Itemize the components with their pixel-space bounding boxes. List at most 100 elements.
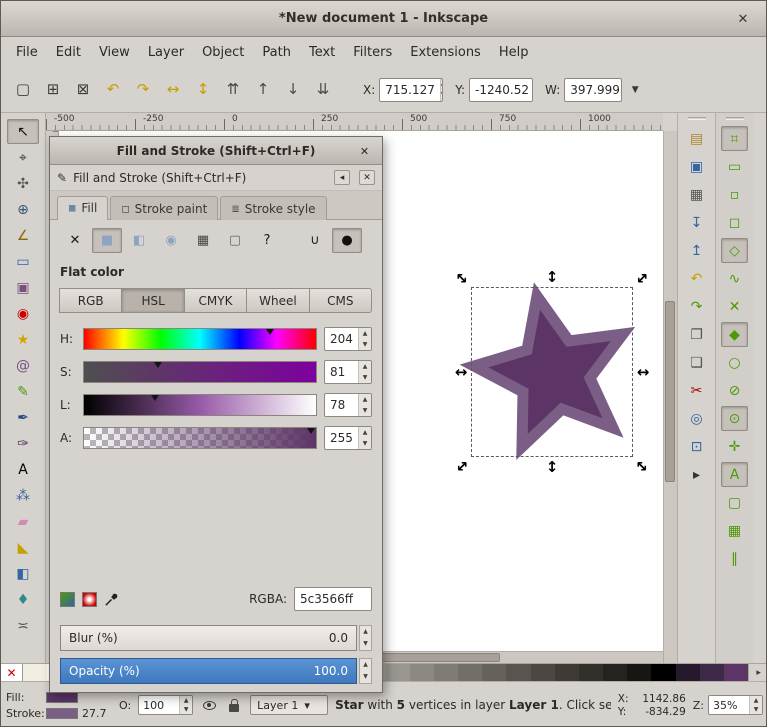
palette-swatch[interactable] bbox=[386, 664, 410, 681]
paste-button[interactable]: ❏ bbox=[683, 350, 710, 375]
menu-help[interactable]: Help bbox=[490, 40, 538, 65]
opacity-spinner[interactable]: ▲▼ bbox=[359, 658, 372, 684]
snap-nodes-button[interactable]: ◇ bbox=[721, 238, 748, 263]
opacity-spinner[interactable]: ▲ ▼ bbox=[179, 696, 192, 714]
spin-down-icon[interactable]: ▼ bbox=[359, 339, 371, 350]
gradient-swatch-button[interactable] bbox=[60, 592, 75, 607]
tool-paint-bucket[interactable]: ◣ bbox=[7, 535, 39, 560]
flip-vertical-button[interactable]: ↕ bbox=[189, 76, 217, 104]
tool-eraser[interactable]: ▰ bbox=[7, 509, 39, 534]
panel-collapse-button[interactable]: ◂ bbox=[334, 170, 350, 185]
palette-scroll-button[interactable]: ▸ bbox=[748, 664, 767, 681]
snap-smooth-nodes-button[interactable]: ○ bbox=[721, 350, 748, 375]
spin-down-icon[interactable]: ▼ bbox=[359, 438, 371, 449]
hue-input[interactable]: 204 ▲▼ bbox=[324, 327, 372, 351]
palette-swatch[interactable] bbox=[458, 664, 482, 681]
menu-text[interactable]: Text bbox=[300, 40, 344, 65]
layer-selector[interactable]: Layer 1 ▾ bbox=[250, 695, 328, 715]
lightness-slider[interactable] bbox=[83, 394, 317, 416]
snap-grid-button[interactable]: ▦ bbox=[721, 518, 748, 543]
snap-toggle-button[interactable]: ⌗ bbox=[721, 126, 748, 151]
close-window-button[interactable]: ✕ bbox=[734, 10, 752, 28]
titlebar[interactable]: *New document 1 - Inkscape ✕ bbox=[1, 1, 766, 37]
scale-handle-n[interactable]: ↕ bbox=[545, 270, 559, 284]
import-button[interactable]: ↧ bbox=[683, 210, 710, 235]
zoom-page-button[interactable]: ⊡ bbox=[683, 434, 710, 459]
tab-fill[interactable]: ◼ Fill bbox=[57, 196, 108, 220]
spin-down-icon[interactable]: ▼ bbox=[359, 372, 371, 383]
palette-swatch[interactable] bbox=[603, 664, 627, 681]
spin-up-icon[interactable]: ▲ bbox=[359, 328, 371, 339]
tool-spiral[interactable]: @ bbox=[7, 353, 39, 378]
rgba-input[interactable]: 5c3566ff bbox=[294, 587, 372, 611]
snap-path-intersections-button[interactable]: ✕ bbox=[721, 294, 748, 319]
opacity-slider[interactable]: Opacity (%) 100.0 bbox=[60, 658, 357, 684]
menu-extensions[interactable]: Extensions bbox=[401, 40, 490, 65]
paint-linear-gradient-button[interactable]: ◧ bbox=[124, 228, 154, 253]
print-button[interactable]: ▦ bbox=[683, 182, 710, 207]
scale-handle-e[interactable]: ↔ bbox=[636, 365, 650, 379]
commands-overflow-button[interactable]: ▸ bbox=[683, 462, 710, 487]
spin-up-icon[interactable]: ▲ bbox=[359, 427, 371, 438]
spin-up-icon[interactable]: ▲ bbox=[441, 79, 443, 90]
x-input[interactable]: 715.127 ▲ ▼ bbox=[379, 78, 443, 102]
palette-swatch[interactable] bbox=[579, 664, 603, 681]
select-all-layers-button[interactable]: ⊞ bbox=[39, 76, 67, 104]
copy-button[interactable]: ❐ bbox=[683, 322, 710, 347]
zoom-input[interactable]: 35% ▲ ▼ bbox=[708, 695, 763, 715]
horizontal-ruler[interactable]: -500-25002505007501000 bbox=[46, 113, 663, 131]
tab-stroke-style[interactable]: ≣ Stroke style bbox=[220, 196, 326, 220]
save-button[interactable]: ▣ bbox=[683, 154, 710, 179]
menu-object[interactable]: Object bbox=[193, 40, 253, 65]
snap-page-border-button[interactable]: ▢ bbox=[721, 490, 748, 515]
deselect-button[interactable]: ⊠ bbox=[69, 76, 97, 104]
tool-dropper[interactable]: ♦ bbox=[7, 587, 39, 612]
fill-rule-nonzero-button[interactable]: ● bbox=[332, 228, 362, 253]
spin-down-icon[interactable]: ▼ bbox=[750, 705, 762, 714]
alpha-slider[interactable] bbox=[83, 427, 317, 449]
palette-swatch[interactable] bbox=[434, 664, 458, 681]
menu-view[interactable]: View bbox=[90, 40, 139, 65]
vertical-scrollbar-thumb[interactable] bbox=[665, 301, 675, 482]
snap-object-centers-button[interactable]: ⊙ bbox=[721, 406, 748, 431]
menu-file[interactable]: File bbox=[7, 40, 47, 65]
w-input[interactable]: 397.999 ▲ ▼ bbox=[564, 78, 622, 102]
radial-swatch-button[interactable] bbox=[82, 592, 97, 607]
rotate-cw-button[interactable]: ↷ bbox=[129, 76, 157, 104]
dialog-titlebar[interactable]: Fill and Stroke (Shift+Ctrl+F) ✕ bbox=[50, 137, 382, 165]
menu-filters[interactable]: Filters bbox=[344, 40, 401, 65]
saturation-input[interactable]: 81 ▲▼ bbox=[324, 360, 372, 384]
raise-to-top-button[interactable]: ⇈ bbox=[219, 76, 247, 104]
lower-button[interactable]: ↓ bbox=[279, 76, 307, 104]
zoom-drawing-button[interactable]: ◎ bbox=[683, 406, 710, 431]
tool-gradient[interactable]: ◧ bbox=[7, 561, 39, 586]
lower-to-bottom-button[interactable]: ⇊ bbox=[309, 76, 337, 104]
blur-slider[interactable]: Blur (%) 0.0 bbox=[60, 625, 357, 651]
saturation-slider[interactable] bbox=[83, 361, 317, 383]
y-input[interactable]: -1240.52 ▲ ▼ bbox=[469, 78, 533, 102]
fill-rule-evenodd-button[interactable]: ∪ bbox=[300, 228, 330, 253]
mode-cms-button[interactable]: CMS bbox=[309, 288, 372, 313]
palette-swatch[interactable] bbox=[410, 664, 434, 681]
spin-up-icon[interactable]: ▲ bbox=[359, 361, 371, 372]
tool-measure[interactable]: ∠ bbox=[7, 223, 39, 248]
palette-swatch[interactable] bbox=[531, 664, 555, 681]
tool-zoom[interactable]: ⊕ bbox=[7, 197, 39, 222]
spin-down-icon[interactable]: ▼ bbox=[360, 638, 371, 650]
tool-star[interactable]: ★ bbox=[7, 327, 39, 352]
alpha-spinner[interactable]: ▲▼ bbox=[358, 427, 371, 449]
snap-text-baseline-button[interactable]: A bbox=[721, 462, 748, 487]
flip-horizontal-button[interactable]: ↔ bbox=[159, 76, 187, 104]
snap-rotation-centers-button[interactable]: ✛ bbox=[721, 434, 748, 459]
palette-swatch[interactable] bbox=[482, 664, 506, 681]
toolbar-overflow-button[interactable]: ▼ bbox=[626, 78, 644, 102]
paint-radial-gradient-button[interactable]: ◉ bbox=[156, 228, 186, 253]
snap-cusp-nodes-button[interactable]: ◆ bbox=[721, 322, 748, 347]
x-spinner[interactable]: ▲ ▼ bbox=[440, 79, 443, 101]
tool-selector[interactable]: ↖ bbox=[7, 119, 39, 144]
slider-marker[interactable] bbox=[266, 329, 274, 335]
tool-3dbox[interactable]: ▣ bbox=[7, 275, 39, 300]
zoom-spinner[interactable]: ▲ ▼ bbox=[749, 696, 762, 714]
spin-down-icon[interactable]: ▼ bbox=[360, 671, 371, 683]
rotate-ccw-button[interactable]: ↶ bbox=[99, 76, 127, 104]
